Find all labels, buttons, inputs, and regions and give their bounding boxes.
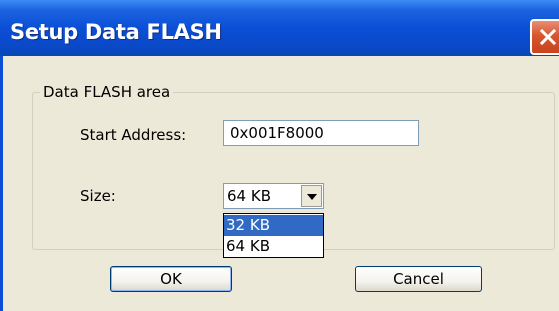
size-selected-value: 64 KB: [227, 187, 271, 205]
size-select[interactable]: 64 KB: [223, 183, 324, 209]
window-title: Setup Data FLASH: [10, 20, 222, 44]
size-dropdown-list: 32 KB 64 KB: [223, 213, 324, 258]
size-option-64kb[interactable]: 64 KB: [224, 236, 323, 257]
size-option-32kb[interactable]: 32 KB: [224, 215, 323, 236]
close-icon: [539, 28, 557, 46]
start-address-input[interactable]: [223, 120, 419, 146]
window-frame-left: [0, 56, 3, 311]
title-bar[interactable]: Setup Data FLASH: [0, 0, 559, 56]
cancel-button[interactable]: Cancel: [355, 266, 482, 292]
size-label: Size:: [80, 187, 116, 205]
dialog-window: Setup Data FLASH Data FLASH area Start A…: [0, 0, 559, 311]
ok-button[interactable]: OK: [110, 266, 232, 292]
start-address-label: Start Address:: [80, 126, 187, 144]
group-label: Data FLASH area: [40, 83, 174, 101]
close-button[interactable]: [530, 19, 559, 55]
chevron-down-icon[interactable]: [301, 185, 322, 207]
